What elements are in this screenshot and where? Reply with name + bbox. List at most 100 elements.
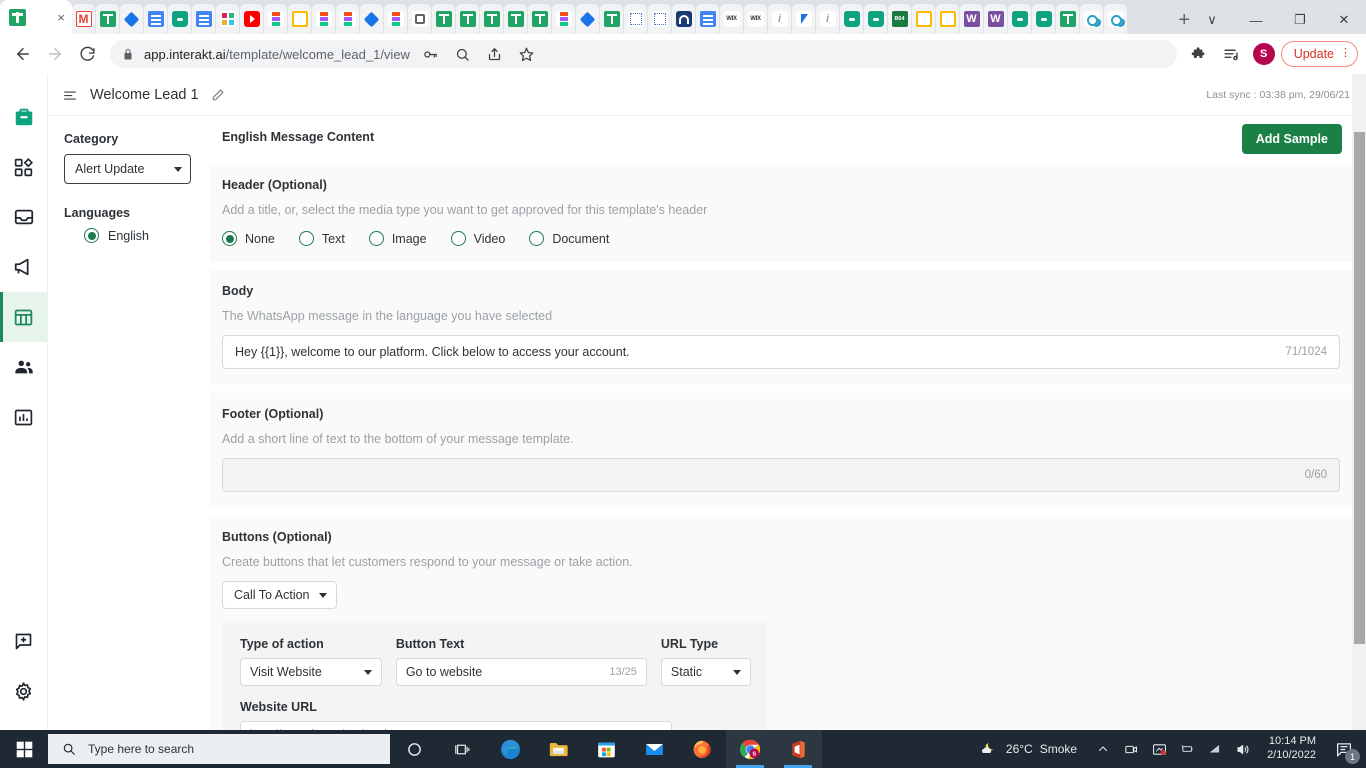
taskbar-mail[interactable] — [630, 730, 678, 768]
zoom-out-icon[interactable] — [452, 39, 474, 69]
background-tab[interactable] — [168, 4, 192, 34]
background-tab[interactable] — [408, 4, 432, 34]
background-tab[interactable] — [456, 4, 480, 34]
background-tab[interactable] — [888, 4, 912, 34]
background-tab[interactable] — [360, 4, 384, 34]
background-tab[interactable] — [936, 4, 960, 34]
button-text-input[interactable]: Go to website 13/25 — [395, 658, 647, 686]
background-tab[interactable] — [648, 4, 672, 34]
background-tab[interactable] — [600, 4, 624, 34]
background-tab[interactable] — [192, 4, 216, 34]
language-option-english[interactable]: English — [84, 228, 210, 243]
taskbar-office[interactable] — [774, 730, 822, 768]
radio-icon[interactable] — [368, 231, 384, 246]
chevron-up-icon[interactable] — [1089, 730, 1117, 768]
taskbar-firefox[interactable] — [678, 730, 726, 768]
background-tab[interactable] — [528, 4, 552, 34]
radio-icon[interactable] — [222, 231, 237, 246]
button-type-select[interactable]: Call To Action — [222, 581, 337, 609]
taskbar-microsoft-store[interactable] — [582, 730, 630, 768]
update-button[interactable]: Update ⋮ — [1280, 41, 1358, 67]
kebab-menu-icon[interactable]: ⋮ — [1340, 48, 1351, 59]
close-icon[interactable]: × — [57, 11, 65, 24]
header-type-option-none[interactable]: None — [222, 231, 275, 246]
category-select[interactable]: Alert Update — [64, 154, 191, 184]
forward-icon[interactable] — [40, 39, 70, 69]
windows-start-icon[interactable] — [0, 730, 48, 768]
sidebar-item-brand[interactable] — [0, 92, 48, 142]
tray-battery-icon[interactable] — [1173, 730, 1201, 768]
background-tab[interactable] — [696, 4, 720, 34]
background-tab[interactable] — [1008, 4, 1032, 34]
background-tab[interactable] — [552, 4, 576, 34]
sidebar-item-templates[interactable] — [0, 292, 48, 342]
tray-wifi-icon[interactable] — [1201, 730, 1229, 768]
background-tab[interactable] — [792, 4, 816, 34]
taskbar-weather[interactable]: 26°C Smoke — [974, 741, 1089, 758]
website-url-input[interactable]: http://www.interakt.shop/ — [240, 721, 672, 730]
radio-icon[interactable] — [450, 231, 466, 246]
radio-icon[interactable] — [84, 228, 99, 243]
background-tab[interactable] — [672, 4, 696, 34]
background-tab[interactable] — [864, 4, 888, 34]
background-tab[interactable] — [120, 4, 144, 34]
background-tab[interactable] — [768, 4, 792, 34]
sidebar-item-apps[interactable] — [0, 142, 48, 192]
sidebar-item-feedback[interactable] — [0, 616, 48, 666]
background-tab[interactable] — [744, 4, 768, 34]
background-tab[interactable] — [576, 4, 600, 34]
new-tab-button[interactable]: + — [1178, 10, 1190, 30]
url-type-select[interactable]: Static — [660, 658, 751, 686]
background-tab[interactable] — [312, 4, 336, 34]
address-bar[interactable]: app.interakt.ai/template/welcome_lead_1/… — [110, 40, 1177, 68]
background-tab[interactable] — [432, 4, 456, 34]
taskbar-clock[interactable]: 10:14 PM 2/10/2022 — [1257, 735, 1326, 763]
add-sample-button[interactable]: Add Sample — [1241, 124, 1342, 154]
background-tab[interactable] — [72, 4, 96, 34]
tray-volume-icon[interactable] — [1229, 730, 1257, 768]
sidebar-item-settings[interactable] — [0, 666, 48, 716]
notification-icon[interactable]: 1 — [1326, 730, 1362, 768]
background-tab[interactable] — [288, 4, 312, 34]
active-tab[interactable]: × — [0, 0, 72, 34]
share-icon[interactable] — [484, 39, 506, 69]
header-type-option-video[interactable]: Video — [450, 231, 505, 246]
taskbar-file-explorer[interactable] — [534, 730, 582, 768]
avatar[interactable]: S — [1252, 43, 1275, 65]
background-tab[interactable] — [816, 4, 840, 34]
taskbar-edge[interactable] — [486, 730, 534, 768]
radio-icon[interactable] — [529, 231, 545, 246]
task-view-icon[interactable] — [438, 730, 486, 768]
tray-screen-record-icon[interactable] — [1145, 730, 1173, 768]
background-tab[interactable] — [624, 4, 648, 34]
background-tab[interactable] — [1080, 4, 1104, 34]
background-tab[interactable] — [96, 4, 120, 34]
taskbar-search-input[interactable]: Type here to search — [48, 734, 390, 764]
page-scrollbar[interactable] — [1352, 74, 1366, 730]
maximize-button[interactable]: ❐ — [1278, 12, 1322, 28]
type-of-action-select[interactable]: Visit Website — [240, 658, 382, 686]
background-tab[interactable] — [912, 4, 936, 34]
pencil-icon[interactable] — [211, 88, 225, 102]
background-tab[interactable] — [216, 4, 240, 34]
tray-camera-icon[interactable] — [1117, 730, 1145, 768]
background-tab[interactable] — [384, 4, 408, 34]
taskbar-chrome[interactable]: S — [726, 730, 774, 768]
background-tab[interactable] — [240, 4, 264, 34]
footer-input[interactable]: 0/60 — [222, 458, 1340, 492]
sidebar-item-contacts[interactable] — [0, 342, 48, 392]
close-window-button[interactable]: ✕ — [1322, 12, 1366, 28]
sidebar-item-campaigns[interactable] — [0, 242, 48, 292]
sidebar-item-analytics[interactable] — [0, 392, 48, 442]
reload-icon[interactable] — [72, 39, 102, 69]
header-type-option-text[interactable]: Text — [298, 231, 345, 246]
background-tab[interactable] — [1056, 4, 1080, 34]
background-tab[interactable] — [480, 4, 504, 34]
list-lines-icon[interactable] — [62, 88, 78, 102]
background-tab[interactable] — [144, 4, 168, 34]
tab-search-button[interactable]: ∨ — [1190, 12, 1234, 28]
background-tab[interactable] — [984, 4, 1008, 34]
background-tab[interactable] — [840, 4, 864, 34]
background-tab[interactable] — [720, 4, 744, 34]
sidebar-item-inbox[interactable] — [0, 192, 48, 242]
